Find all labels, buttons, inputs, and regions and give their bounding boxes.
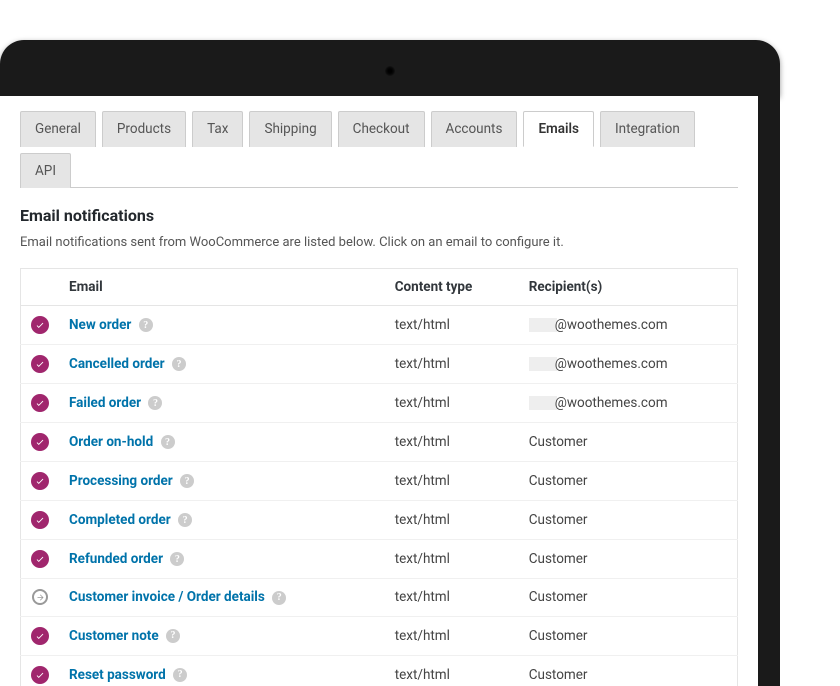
camera-icon — [385, 66, 395, 76]
email-link[interactable]: Refunded order — [69, 551, 163, 567]
status-enabled-icon — [31, 433, 49, 451]
recipient-cell: Customer — [519, 423, 738, 462]
email-link[interactable]: New order — [69, 317, 131, 333]
content-type-cell: text/html — [385, 616, 519, 655]
table-row: Customer note ? text/htmlCustomer — [21, 616, 738, 655]
tab-emails[interactable]: Emails — [523, 111, 594, 147]
section-description: Email notifications sent from WooCommerc… — [20, 235, 738, 250]
header-status — [21, 269, 60, 306]
email-link[interactable]: Reset password — [69, 667, 166, 683]
content-type-cell: text/html — [385, 423, 519, 462]
tab-shipping[interactable]: Shipping — [249, 111, 331, 147]
help-icon[interactable]: ? — [172, 357, 186, 371]
email-link[interactable]: Customer invoice / Order details — [69, 589, 265, 605]
redacted-text — [529, 357, 557, 371]
email-notifications-table: Email Content type Recipient(s) New orde… — [20, 268, 738, 686]
status-enabled-icon — [31, 316, 49, 334]
tab-tax[interactable]: Tax — [192, 111, 243, 147]
status-enabled-icon — [31, 472, 49, 490]
table-row: New order ? text/html@woothemes.com — [21, 306, 738, 345]
table-row: Refunded order ? text/htmlCustomer — [21, 540, 738, 579]
status-enabled-icon — [31, 550, 49, 568]
recipient-cell: Customer — [519, 579, 738, 617]
recipient-cell: Customer — [519, 540, 738, 579]
table-row: Failed order ? text/html@woothemes.com — [21, 384, 738, 423]
email-link[interactable]: Order on-hold — [69, 434, 153, 450]
monitor-bezel-top — [0, 40, 780, 96]
screen-area: GeneralProductsTaxShippingCheckoutAccoun… — [0, 96, 758, 686]
email-link[interactable]: Customer note — [69, 628, 159, 644]
header-recipients: Recipient(s) — [519, 269, 738, 306]
help-icon[interactable]: ? — [161, 435, 175, 449]
settings-tabs: GeneralProductsTaxShippingCheckoutAccoun… — [20, 110, 738, 188]
table-row: Customer invoice / Order details ? text/h… — [21, 579, 738, 617]
section-title: Email notifications — [20, 206, 738, 225]
help-icon[interactable]: ? — [272, 591, 286, 605]
email-link[interactable]: Failed order — [69, 395, 141, 411]
recipient-cell: Customer — [519, 655, 738, 686]
email-link[interactable]: Cancelled order — [69, 356, 165, 372]
recipient-cell: @woothemes.com — [519, 345, 738, 384]
content-type-cell: text/html — [385, 579, 519, 617]
redacted-text — [529, 318, 557, 332]
header-content-type: Content type — [385, 269, 519, 306]
help-icon[interactable]: ? — [139, 318, 153, 332]
recipient-cell: Customer — [519, 616, 738, 655]
tab-integration[interactable]: Integration — [600, 111, 695, 147]
monitor-bezel-right — [758, 96, 780, 686]
settings-content: GeneralProductsTaxShippingCheckoutAccoun… — [0, 96, 758, 686]
header-email: Email — [59, 269, 385, 306]
help-icon[interactable]: ? — [170, 552, 184, 566]
redacted-text — [529, 396, 557, 410]
monitor-frame: GeneralProductsTaxShippingCheckoutAccoun… — [0, 0, 840, 686]
recipient-cell: @woothemes.com — [519, 384, 738, 423]
content-type-cell: text/html — [385, 345, 519, 384]
help-icon[interactable]: ? — [166, 629, 180, 643]
table-row: Cancelled order ? text/html@woothemes.com — [21, 345, 738, 384]
content-type-cell: text/html — [385, 540, 519, 579]
table-row: Processing order ? text/htmlCustomer — [21, 462, 738, 501]
table-row: Reset password ? text/htmlCustomer — [21, 655, 738, 686]
status-enabled-icon — [31, 394, 49, 412]
help-icon[interactable]: ? — [180, 474, 194, 488]
tab-products[interactable]: Products — [102, 111, 186, 147]
content-type-cell: text/html — [385, 462, 519, 501]
recipient-cell: Customer — [519, 501, 738, 540]
status-enabled-icon — [31, 355, 49, 373]
content-type-cell: text/html — [385, 501, 519, 540]
tab-api[interactable]: API — [20, 153, 71, 188]
help-icon[interactable]: ? — [178, 513, 192, 527]
tab-accounts[interactable]: Accounts — [431, 111, 518, 147]
table-row: Order on-hold ? text/htmlCustomer — [21, 423, 738, 462]
tab-general[interactable]: General — [20, 111, 96, 147]
status-enabled-icon — [31, 511, 49, 529]
content-type-cell: text/html — [385, 384, 519, 423]
help-icon[interactable]: ? — [148, 396, 162, 410]
email-link[interactable]: Processing order — [69, 473, 173, 489]
table-row: Completed order ? text/htmlCustomer — [21, 501, 738, 540]
help-icon[interactable]: ? — [173, 668, 187, 682]
status-enabled-icon — [31, 666, 49, 684]
tab-checkout[interactable]: Checkout — [338, 111, 425, 147]
recipient-cell: Customer — [519, 462, 738, 501]
recipient-cell: @woothemes.com — [519, 306, 738, 345]
email-link[interactable]: Completed order — [69, 512, 171, 528]
content-type-cell: text/html — [385, 306, 519, 345]
status-manual-icon — [32, 589, 48, 605]
content-type-cell: text/html — [385, 655, 519, 686]
status-enabled-icon — [31, 627, 49, 645]
